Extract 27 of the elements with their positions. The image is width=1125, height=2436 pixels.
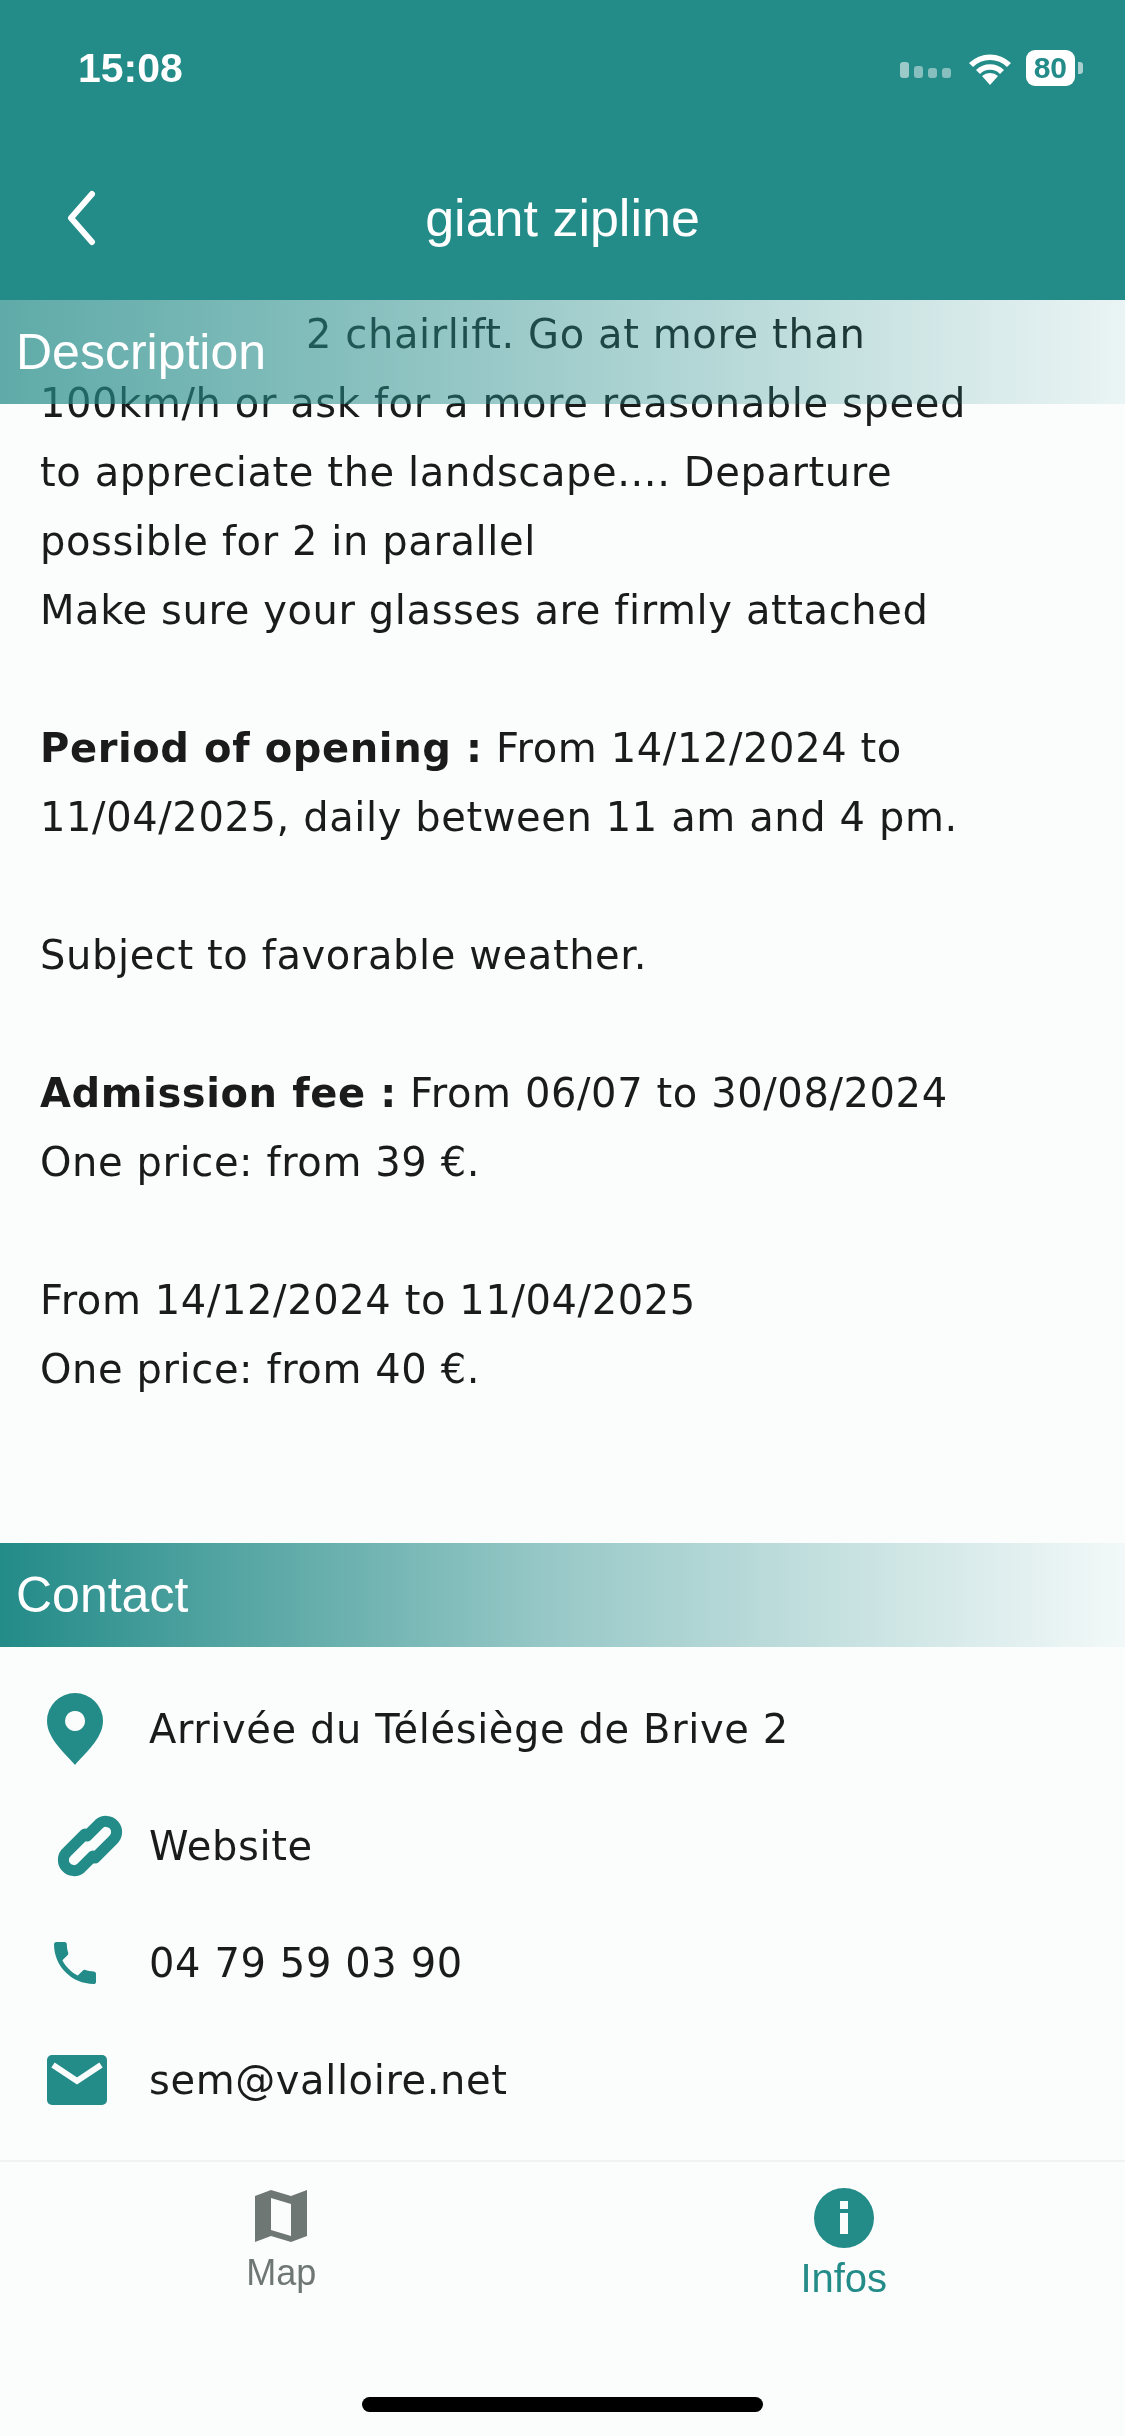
description-text: Admission fee : From 06/07 to 30/08/2024 (40, 1069, 948, 1118)
description-text: Make sure your glasses are firmly attached (40, 586, 929, 635)
description-text: From 14/12/2024 to 11/04/2025 (40, 1276, 696, 1325)
contact-text[interactable]: Website (149, 1822, 313, 1869)
info-icon (813, 2188, 874, 2248)
tab[interactable]: Infos (562, 2162, 1125, 2302)
description-text: One price: from 40 €. (40, 1345, 481, 1394)
contact-text[interactable]: sem@valloire.net (149, 2056, 508, 2103)
description-text: 11/04/2025, daily between 11 am and 4 pm. (40, 793, 958, 842)
description-text: One price: from 39 €. (40, 1138, 481, 1187)
envelope-icon (47, 2054, 107, 2105)
screen-title: giant zipline (425, 188, 700, 248)
description-text: Period of opening : From 14/12/2024 to (40, 724, 902, 773)
location-pin-icon (47, 1692, 103, 1765)
description-text: Subject to favorable weather. (40, 931, 647, 980)
description-text: 2 chairlift. Go at more than (306, 310, 866, 359)
description-text: to appreciate the landscape.... Departure (40, 448, 893, 497)
battery-level: 80 (1025, 50, 1075, 86)
tab[interactable]: Map (0, 2162, 563, 2295)
section-title: Description (16, 323, 267, 381)
description-text: possible for 2 in parallel (40, 517, 536, 566)
status-time: 15:08 (78, 44, 183, 92)
wifi-icon (967, 51, 1012, 85)
map-icon (253, 2188, 310, 2244)
contact-text: Arrivée du Télésiège de Brive 2 (149, 1705, 789, 1752)
section-title: Contact (16, 1566, 189, 1624)
contact-text[interactable]: 04 79 59 03 90 (149, 1939, 463, 1986)
